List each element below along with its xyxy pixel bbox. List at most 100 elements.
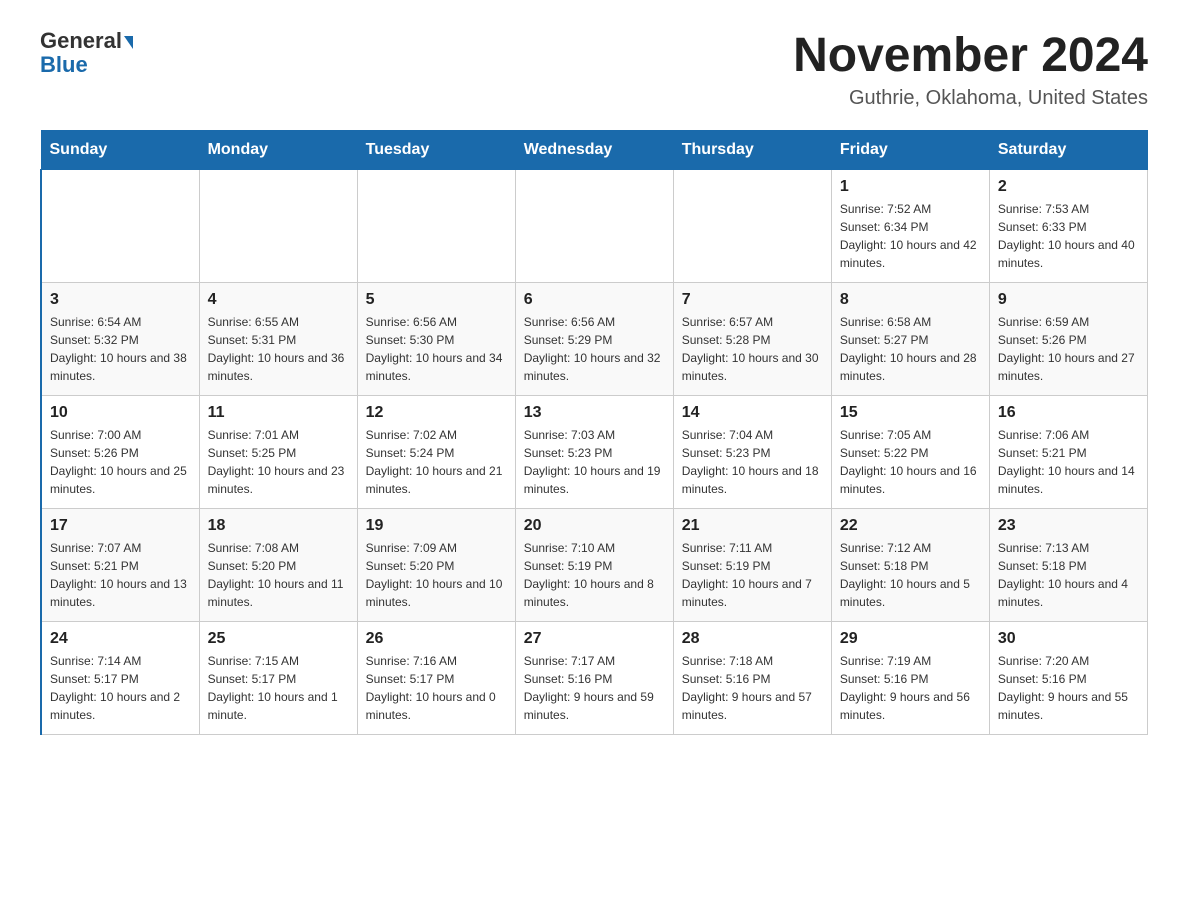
title-block: November 2024 Guthrie, Oklahoma, United … (793, 30, 1148, 110)
logo-triangle (124, 36, 133, 49)
calendar-header-row: SundayMondayTuesdayWednesdayThursdayFrid… (41, 130, 1148, 169)
day-info: Sunrise: 7:02 AMSunset: 5:24 PMDaylight:… (366, 426, 507, 498)
day-cell: 12 Sunrise: 7:02 AMSunset: 5:24 PMDayligh… (357, 395, 515, 508)
day-info: Sunrise: 7:17 AMSunset: 5:16 PMDaylight:… (524, 652, 665, 724)
day-info: Sunrise: 7:53 AMSunset: 6:33 PMDaylight:… (998, 200, 1139, 272)
day-number: 12 (366, 404, 507, 422)
day-info: Sunrise: 7:18 AMSunset: 5:16 PMDaylight:… (682, 652, 823, 724)
day-cell: 25Sunrise: 7:15 AMSunset: 5:17 PMDayligh… (199, 621, 357, 734)
day-cell: 2 Sunrise: 7:53 AMSunset: 6:33 PMDaylight… (989, 169, 1147, 282)
day-number: 5 (366, 291, 507, 309)
day-cell: 13Sunrise: 7:03 AMSunset: 5:23 PMDayligh… (515, 395, 673, 508)
header-tuesday: Tuesday (357, 130, 515, 169)
day-number: 1 (840, 178, 981, 196)
day-number: 22 (840, 517, 981, 535)
day-number: 11 (208, 404, 349, 422)
week-row-2: 3 Sunrise: 6:54 AMSunset: 5:32 PMDaylight… (41, 282, 1148, 395)
calendar-subtitle: Guthrie, Oklahoma, United States (793, 87, 1148, 110)
day-number: 3 (50, 291, 191, 309)
day-cell: 15 Sunrise: 7:05 AMSunset: 5:22 PMDayligh… (831, 395, 989, 508)
day-cell: 10 Sunrise: 7:00 AMSunset: 5:26 PMDayligh… (41, 395, 199, 508)
header-saturday: Saturday (989, 130, 1147, 169)
day-cell: 1 Sunrise: 7:52 AMSunset: 6:34 PMDaylight… (831, 169, 989, 282)
day-info: Sunrise: 7:05 AMSunset: 5:22 PMDaylight:… (840, 426, 981, 498)
day-info: Sunrise: 7:12 AMSunset: 5:18 PMDaylight:… (840, 539, 981, 611)
day-info: Sunrise: 7:52 AMSunset: 6:34 PMDaylight:… (840, 200, 981, 272)
day-number: 9 (998, 291, 1139, 309)
day-cell: 28Sunrise: 7:18 AMSunset: 5:16 PMDayligh… (673, 621, 831, 734)
day-number: 19 (366, 517, 507, 535)
day-cell: 19 Sunrise: 7:09 AMSunset: 5:20 PMDayligh… (357, 508, 515, 621)
day-cell (515, 169, 673, 282)
day-number: 15 (840, 404, 981, 422)
day-cell: 7 Sunrise: 6:57 AMSunset: 5:28 PMDaylight… (673, 282, 831, 395)
logo-blue: Blue (40, 54, 88, 76)
day-number: 26 (366, 630, 507, 648)
header-sunday: Sunday (41, 130, 199, 169)
day-number: 24 (50, 630, 191, 648)
day-number: 2 (998, 178, 1139, 196)
logo: General Blue (40, 30, 133, 76)
day-cell: 18Sunrise: 7:08 AMSunset: 5:20 PMDayligh… (199, 508, 357, 621)
day-info: Sunrise: 6:58 AMSunset: 5:27 PMDaylight:… (840, 313, 981, 385)
day-cell: 4 Sunrise: 6:55 AMSunset: 5:31 PMDaylight… (199, 282, 357, 395)
day-info: Sunrise: 7:20 AMSunset: 5:16 PMDaylight:… (998, 652, 1139, 724)
day-cell: 30Sunrise: 7:20 AMSunset: 5:16 PMDayligh… (989, 621, 1147, 734)
day-info: Sunrise: 7:01 AMSunset: 5:25 PMDaylight:… (208, 426, 349, 498)
day-number: 14 (682, 404, 823, 422)
day-info: Sunrise: 7:19 AMSunset: 5:16 PMDaylight:… (840, 652, 981, 724)
week-row-5: 24 Sunrise: 7:14 AMSunset: 5:17 PMDayligh… (41, 621, 1148, 734)
day-cell: 3 Sunrise: 6:54 AMSunset: 5:32 PMDaylight… (41, 282, 199, 395)
day-info: Sunrise: 7:16 AMSunset: 5:17 PMDaylight:… (366, 652, 507, 724)
day-cell: 8 Sunrise: 6:58 AMSunset: 5:27 PMDaylight… (831, 282, 989, 395)
day-cell: 24 Sunrise: 7:14 AMSunset: 5:17 PMDayligh… (41, 621, 199, 734)
day-info: Sunrise: 6:57 AMSunset: 5:28 PMDaylight:… (682, 313, 823, 385)
week-row-4: 17Sunrise: 7:07 AMSunset: 5:21 PMDayligh… (41, 508, 1148, 621)
day-cell: 17Sunrise: 7:07 AMSunset: 5:21 PMDayligh… (41, 508, 199, 621)
day-info: Sunrise: 7:00 AMSunset: 5:26 PMDaylight:… (50, 426, 191, 498)
day-info: Sunrise: 7:07 AMSunset: 5:21 PMDaylight:… (50, 539, 191, 611)
day-cell: 26 Sunrise: 7:16 AMSunset: 5:17 PMDayligh… (357, 621, 515, 734)
header-friday: Friday (831, 130, 989, 169)
day-cell: 9 Sunrise: 6:59 AMSunset: 5:26 PMDaylight… (989, 282, 1147, 395)
page-header: General Blue November 2024 Guthrie, Okla… (40, 30, 1148, 110)
day-number: 10 (50, 404, 191, 422)
day-cell: 11 Sunrise: 7:01 AMSunset: 5:25 PMDayligh… (199, 395, 357, 508)
day-number: 7 (682, 291, 823, 309)
day-number: 27 (524, 630, 665, 648)
day-number: 13 (524, 404, 665, 422)
day-number: 16 (998, 404, 1139, 422)
day-number: 23 (998, 517, 1139, 535)
day-cell: 20 Sunrise: 7:10 AMSunset: 5:19 PMDayligh… (515, 508, 673, 621)
day-number: 29 (840, 630, 981, 648)
header-wednesday: Wednesday (515, 130, 673, 169)
day-cell: 21Sunrise: 7:11 AMSunset: 5:19 PMDayligh… (673, 508, 831, 621)
day-info: Sunrise: 7:14 AMSunset: 5:17 PMDaylight:… (50, 652, 191, 724)
day-info: Sunrise: 6:55 AMSunset: 5:31 PMDaylight:… (208, 313, 349, 385)
day-cell: 29 Sunrise: 7:19 AMSunset: 5:16 PMDayligh… (831, 621, 989, 734)
day-cell: 16Sunrise: 7:06 AMSunset: 5:21 PMDayligh… (989, 395, 1147, 508)
day-cell (41, 169, 199, 282)
day-info: Sunrise: 6:59 AMSunset: 5:26 PMDaylight:… (998, 313, 1139, 385)
header-monday: Monday (199, 130, 357, 169)
day-number: 18 (208, 517, 349, 535)
calendar-title: November 2024 (793, 30, 1148, 83)
day-number: 25 (208, 630, 349, 648)
day-cell: 22 Sunrise: 7:12 AMSunset: 5:18 PMDayligh… (831, 508, 989, 621)
day-cell: 23 Sunrise: 7:13 AMSunset: 5:18 PMDayligh… (989, 508, 1147, 621)
day-cell: 14 Sunrise: 7:04 AMSunset: 5:23 PMDayligh… (673, 395, 831, 508)
day-info: Sunrise: 7:13 AMSunset: 5:18 PMDaylight:… (998, 539, 1139, 611)
week-row-1: 1 Sunrise: 7:52 AMSunset: 6:34 PMDaylight… (41, 169, 1148, 282)
day-number: 4 (208, 291, 349, 309)
day-info: Sunrise: 7:04 AMSunset: 5:23 PMDaylight:… (682, 426, 823, 498)
day-info: Sunrise: 6:54 AMSunset: 5:32 PMDaylight:… (50, 313, 191, 385)
day-info: Sunrise: 7:10 AMSunset: 5:19 PMDaylight:… (524, 539, 665, 611)
day-cell (199, 169, 357, 282)
day-number: 20 (524, 517, 665, 535)
day-number: 6 (524, 291, 665, 309)
day-info: Sunrise: 6:56 AMSunset: 5:30 PMDaylight:… (366, 313, 507, 385)
day-number: 21 (682, 517, 823, 535)
week-row-3: 10 Sunrise: 7:00 AMSunset: 5:26 PMDayligh… (41, 395, 1148, 508)
day-number: 8 (840, 291, 981, 309)
day-info: Sunrise: 7:09 AMSunset: 5:20 PMDaylight:… (366, 539, 507, 611)
